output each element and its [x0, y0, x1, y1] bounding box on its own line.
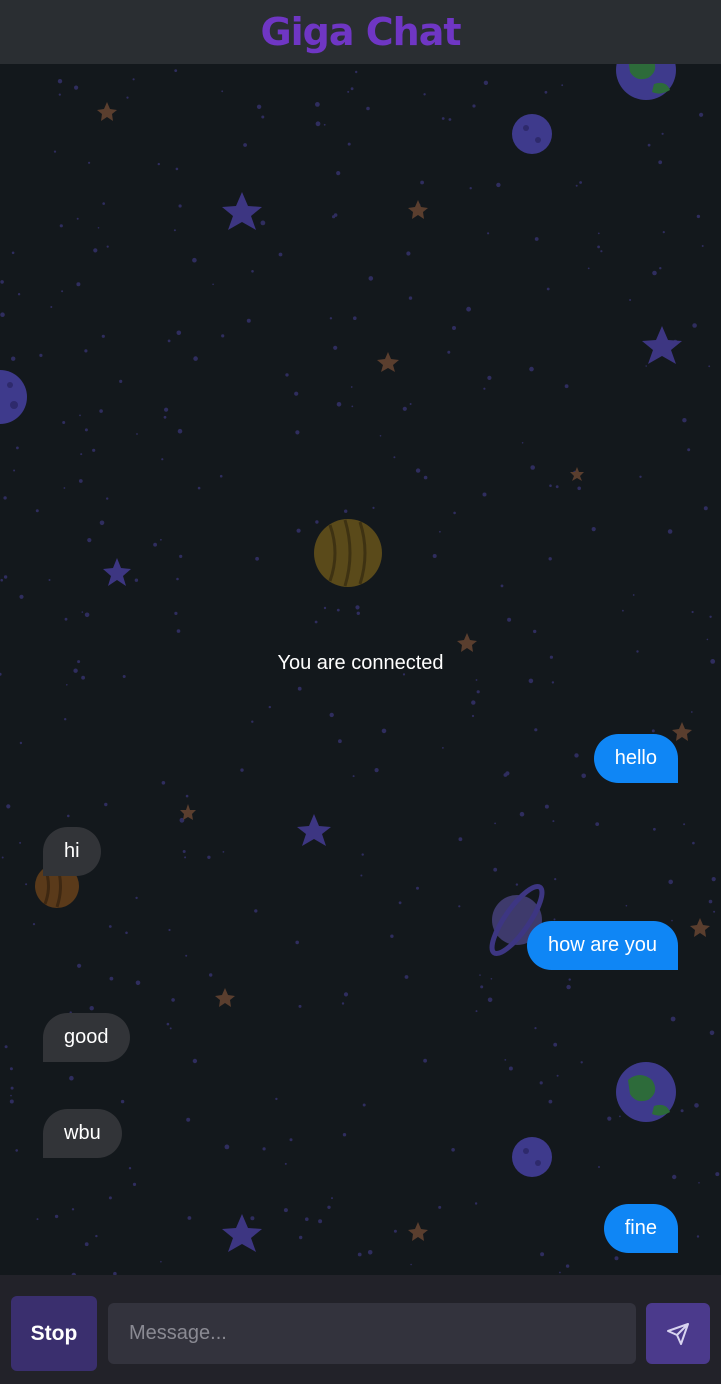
stop-button[interactable]: Stop [11, 1296, 97, 1371]
message-composer: Stop [0, 1275, 721, 1384]
paper-plane-icon [667, 1322, 689, 1345]
their-message-bubble: wbu [43, 1109, 122, 1158]
send-button[interactable] [646, 1303, 710, 1364]
their-message-bubble: good [43, 1013, 130, 1062]
connection-status: You are connected [277, 652, 444, 674]
my-message-bubble: hello [593, 734, 678, 783]
my-message-bubble: how are you [527, 921, 678, 970]
app-header: Giga Chat [0, 0, 721, 64]
my-message-bubble: fine [603, 1204, 678, 1253]
app-title: Giga Chat [260, 10, 461, 54]
chat-area[interactable]: You are connected hello hi how are you g… [0, 64, 721, 1275]
message-input[interactable] [108, 1303, 636, 1364]
their-message-bubble: hi [43, 827, 101, 876]
